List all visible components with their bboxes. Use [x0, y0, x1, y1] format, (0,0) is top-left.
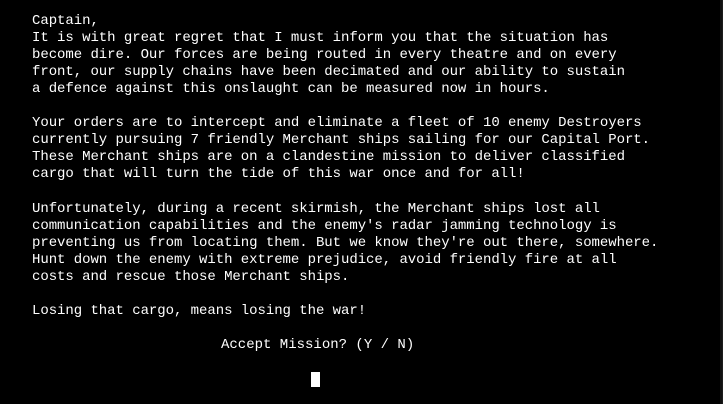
paragraph-3-line-3: preventing us from locating them. But we…	[32, 235, 659, 251]
paragraph-2-line-3: These Merchant ships are on a clandestin…	[32, 149, 625, 165]
paragraph-2-line-1: Your orders are to intercept and elimina…	[32, 115, 642, 131]
scrollbar[interactable]	[720, 0, 722, 404]
letter-salutation: Captain,	[32, 13, 99, 29]
text-cursor[interactable]	[311, 372, 320, 387]
paragraph-3-line-4: Hunt down the enemy with extreme prejudi…	[32, 252, 617, 268]
paragraph-2-line-4: cargo that will turn the tide of this wa…	[32, 166, 525, 182]
paragraph-2-line-2: currently pursuing 7 friendly Merchant s…	[32, 132, 651, 148]
accept-mission-prompt: Accept Mission? (Y / N)	[221, 337, 415, 353]
paragraph-1-line-1: It is with great regret that I must info…	[32, 30, 609, 46]
paragraph-3-line-1: Unfortunately, during a recent skirmish,…	[32, 201, 600, 217]
paragraph-1-line-3: front, our supply chains have been decim…	[32, 64, 625, 80]
terminal-window[interactable]: Captain, It is with great regret that I …	[0, 0, 723, 404]
paragraph-1-line-2: become dire. Our forces are being routed…	[32, 47, 617, 63]
paragraph-3-line-2: communication capabilities and the enemy…	[32, 218, 617, 234]
paragraph-1-line-4: a defence against this onslaught can be …	[32, 81, 550, 97]
letter-closing: Losing that cargo, means losing the war!	[32, 303, 367, 319]
paragraph-3-line-5: costs and rescue those Merchant ships.	[32, 269, 350, 285]
